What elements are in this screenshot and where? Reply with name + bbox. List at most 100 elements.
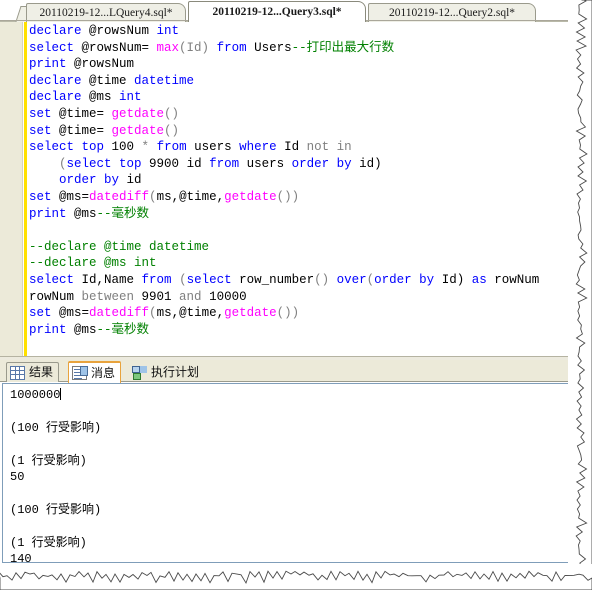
results-tab-strip: 结果 消息 执行计划 [0,360,570,383]
message-line: 140 [10,551,32,563]
editor-tab-label: 20110219-12...Query3.sql* [212,6,342,18]
text-caret [60,388,62,400]
code-token: (Id) [179,40,217,55]
code-token: print [29,57,75,72]
code-token: @time= [59,123,112,138]
code-token: datetime [134,73,195,88]
code-token: select [66,156,120,171]
code-token: ( [179,272,187,287]
code-token: declare [29,90,90,105]
code-token: users [194,140,240,155]
code-line: set @time= getdate() [29,123,570,140]
tab-results-label: 结果 [29,365,54,379]
code-line: print @ms--毫秒数 [29,322,570,339]
code-token: getdate [224,189,277,204]
tab-messages-label: 消息 [91,365,116,380]
code-token: print [29,206,75,221]
code-line: set @ms=datediff(ms,@time,getdate()) [29,305,570,322]
message-line [10,485,101,501]
code-token: and [179,289,210,304]
tab-messages[interactable]: 消息 [68,361,122,383]
code-token: Id [284,140,307,155]
messages-output-text[interactable]: 1000000 (100 行受影响) (1 行受影响) 50 (100 行受影响)… [10,387,102,563]
code-token: getdate [111,123,165,138]
code-token: --毫秒数 [96,206,150,221]
code-line: select Id,Name from (select row_number()… [29,272,570,289]
code-token: () [164,106,180,121]
code-token: users [246,156,292,171]
code-token: getdate [224,306,277,321]
code-token: --打印出最大行数 [291,40,395,55]
message-line: (100 行受影响) [10,502,102,517]
code-token: set [29,306,60,321]
code-token: row_number [239,272,315,287]
tab-results[interactable]: 结果 [6,362,60,382]
sql-code-editor[interactable]: declare @rowsNum int select @rowsNum= max… [0,22,570,356]
code-token: order [374,272,420,287]
code-token: Name [104,272,142,287]
tab-execution-plan-label: 执行计划 [151,365,200,379]
editor-tab-query3-active[interactable]: 20110219-12...Query3.sql* [188,1,366,22]
code-token: by [336,156,360,171]
execution-plan-icon [132,365,147,380]
code-token: from [209,156,247,171]
message-line [10,436,101,452]
message-line: 50 [10,469,25,484]
code-token: --declare @time datetime [29,239,210,254]
message-line: (100 行受影响) [10,420,102,435]
code-token: @ms= [59,306,90,321]
code-line: --declare @ms int [29,255,570,272]
code-token: ()) [276,306,300,321]
code-token: ( [149,306,157,321]
code-token: @ms= [59,189,90,204]
code-token: 9901 [141,289,180,304]
code-line: set @time= getdate() [29,106,570,123]
code-token: by [104,173,127,188]
grid-icon [10,365,25,380]
code-token: where [239,140,285,155]
code-token: top [119,156,150,171]
message-page-icon [72,366,88,380]
code-line: declare @ms int [29,89,570,106]
code-token: max [156,40,180,55]
code-token: getdate [111,106,165,121]
code-token: @ms [89,90,120,105]
code-token: print [29,322,75,337]
code-token: rowNum [494,272,540,287]
message-line: (1 行受影响) [10,535,87,550]
code-line: declare @rowsNum int [29,23,570,40]
code-token: id) [359,156,382,171]
code-token: @rowsNum= [81,40,157,55]
editor-change-bar [24,22,27,356]
code-token: --declare @ms int [29,256,157,271]
code-token: int [156,24,180,38]
code-token: () [314,272,337,287]
code-token: from [141,272,180,287]
code-token: @rowsNum [74,57,135,72]
code-token: select [29,272,82,287]
code-token: ( [149,189,157,204]
code-token: datediff [89,306,150,321]
messages-output-pane[interactable]: 1000000 (100 行受影响) (1 行受影响) 50 (100 行受影响)… [2,383,568,563]
code-token: set [29,106,60,121]
tab-execution-plan[interactable]: 执行计划 [128,362,205,382]
code-token: select [29,140,82,155]
code-token: ms, [156,306,180,321]
code-token: as [471,272,495,287]
query-editor-window: 20110219-12...LQuery4.sql* 20110219-12..… [0,0,592,590]
code-token: over [336,272,367,287]
code-token: ms, [156,189,180,204]
code-token: * [141,140,157,155]
torn-edge-bottom-svg [0,570,592,590]
message-line: (1 行受影响) [10,453,87,468]
code-line: print @rowsNum [29,56,570,73]
sql-code-text[interactable]: declare @rowsNum int select @rowsNum= max… [29,23,570,356]
code-token: Users [254,40,292,55]
code-token: Id, [81,272,105,287]
code-token: order [59,173,105,188]
message-line [10,403,101,419]
code-token: by [419,272,442,287]
code-token: @ms [74,206,97,221]
